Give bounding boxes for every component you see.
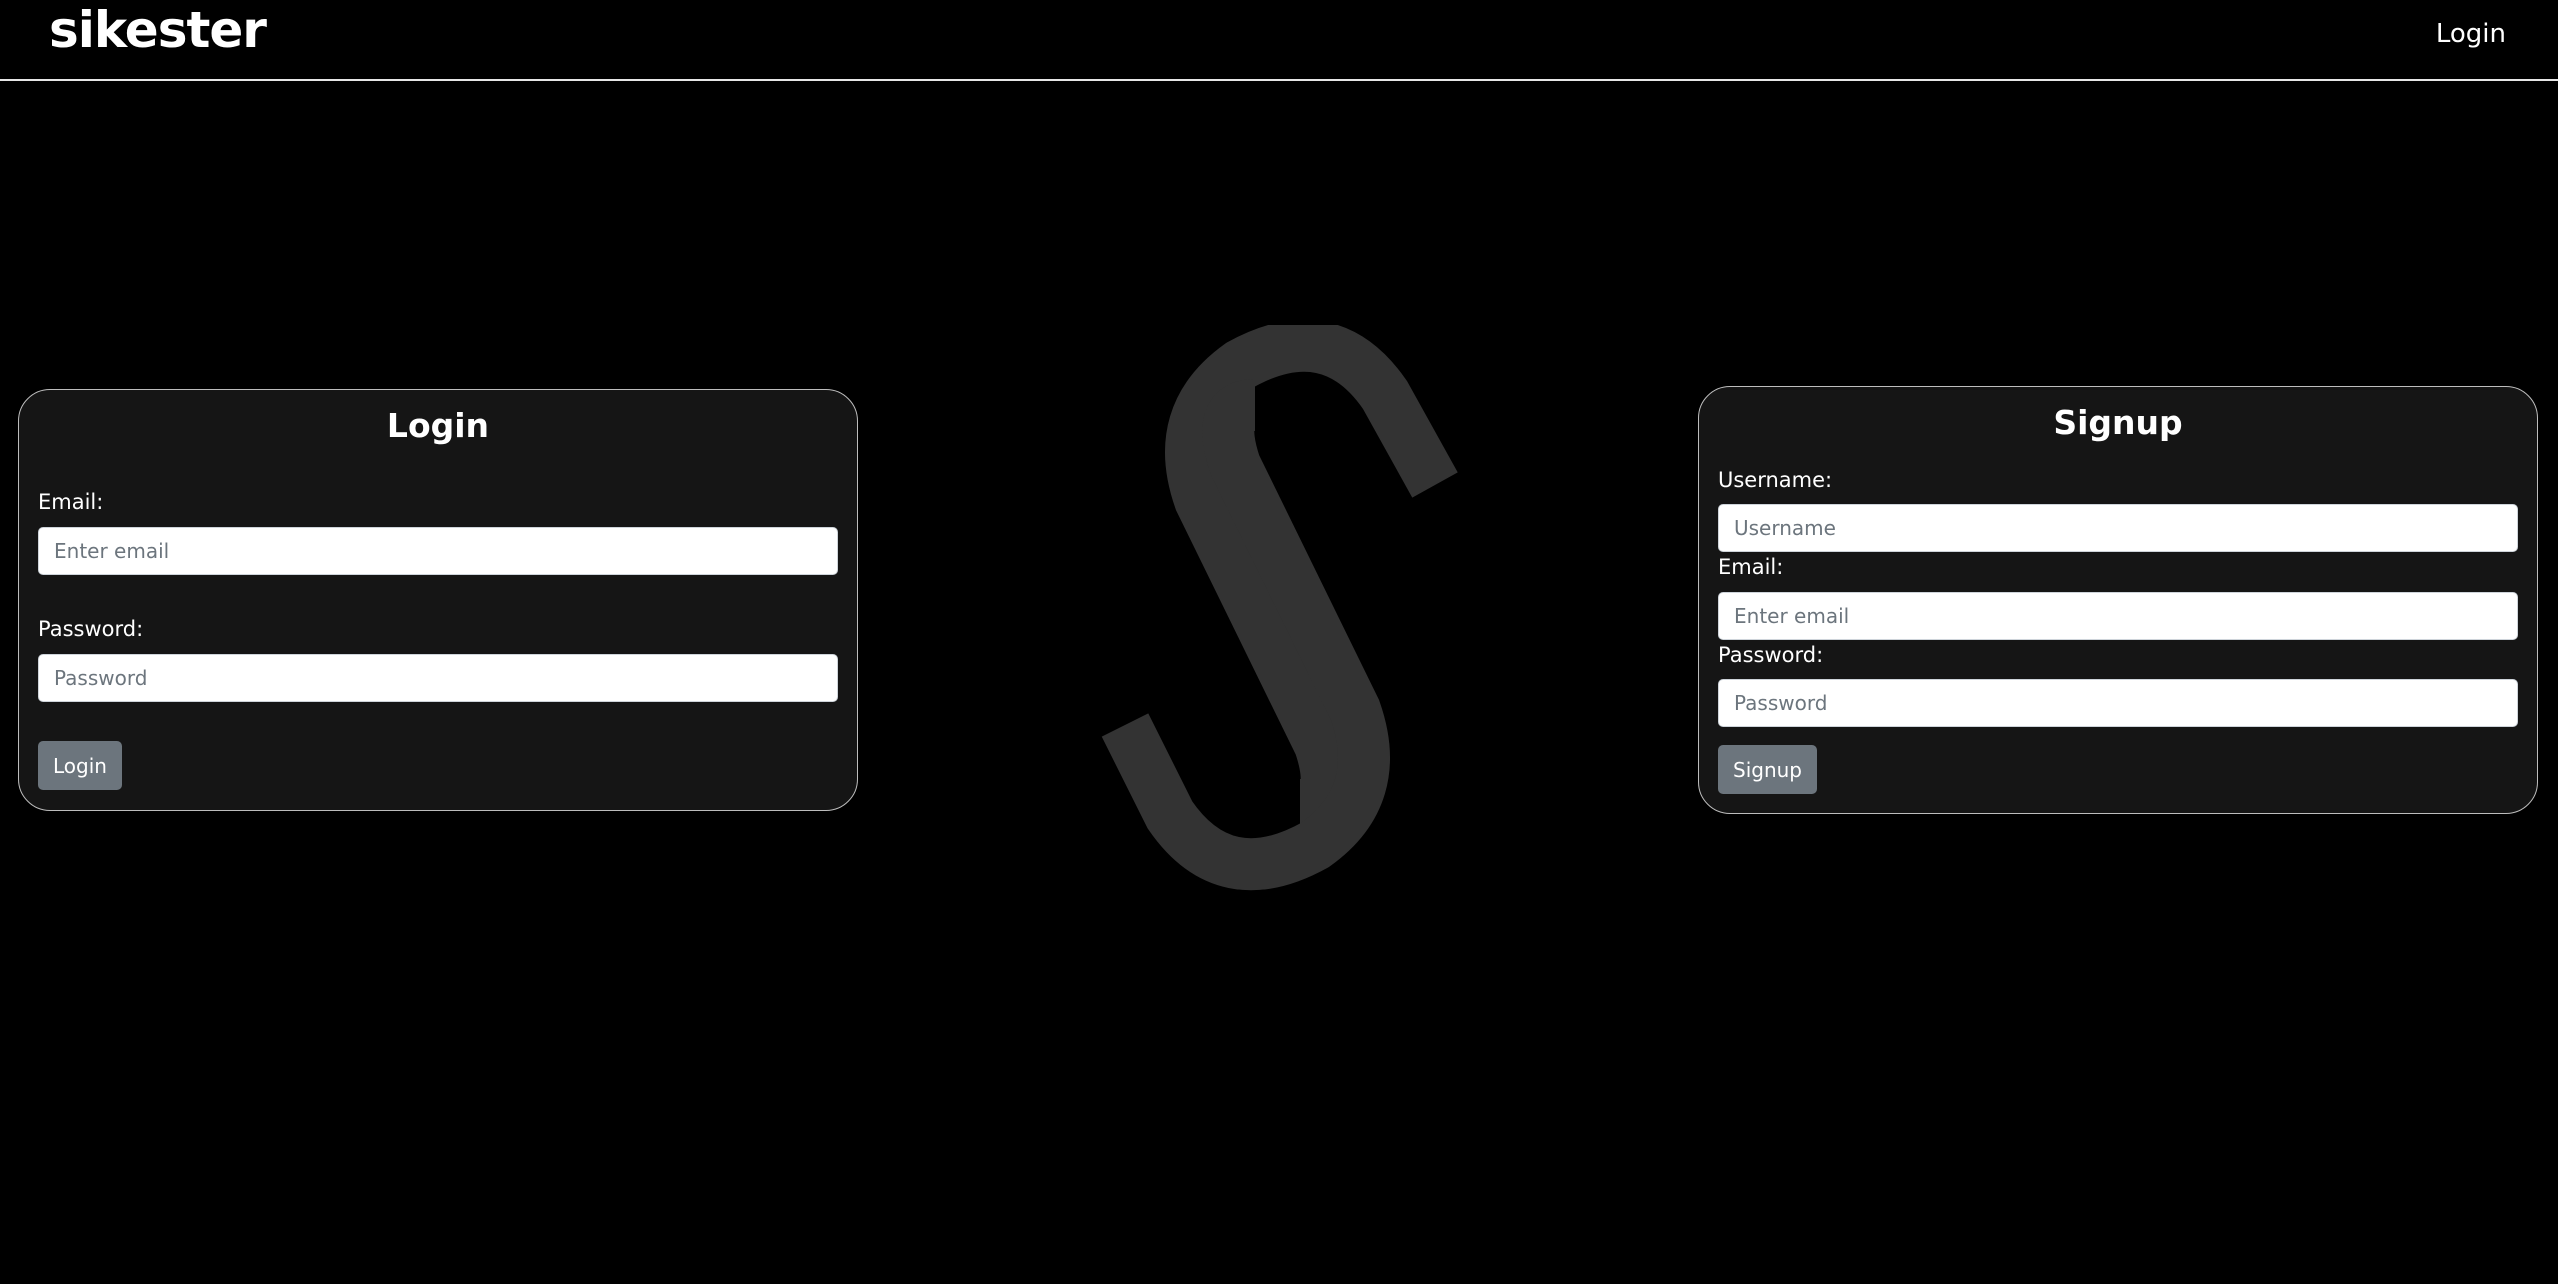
signup-password-input[interactable]: [1718, 679, 2518, 727]
login-password-input[interactable]: [38, 654, 838, 702]
login-submit-button[interactable]: Login: [38, 741, 122, 790]
signup-title: Signup: [2053, 403, 2183, 442]
signup-password-label: Password:: [1718, 643, 1824, 667]
login-email-label: Email:: [38, 490, 104, 514]
login-card: Login Email: Password: Login: [18, 389, 858, 811]
sikester-s-logo-icon: [1101, 325, 1458, 891]
login-email-input[interactable]: [38, 527, 838, 575]
top-navbar: sikester Login: [0, 0, 2558, 81]
signup-email-input[interactable]: [1718, 592, 2518, 640]
brand-logo-text[interactable]: sikester: [49, 0, 267, 60]
signup-username-input[interactable]: [1718, 504, 2518, 552]
nav-login-link[interactable]: Login: [2436, 16, 2506, 52]
signup-submit-button[interactable]: Signup: [1718, 745, 1817, 794]
signup-username-label: Username:: [1718, 468, 1833, 492]
login-password-label: Password:: [38, 617, 144, 641]
signup-email-label: Email:: [1718, 555, 1784, 579]
login-title: Login: [386, 406, 490, 445]
signup-card: Signup Username: Email: Password: Signup: [1698, 386, 2538, 814]
